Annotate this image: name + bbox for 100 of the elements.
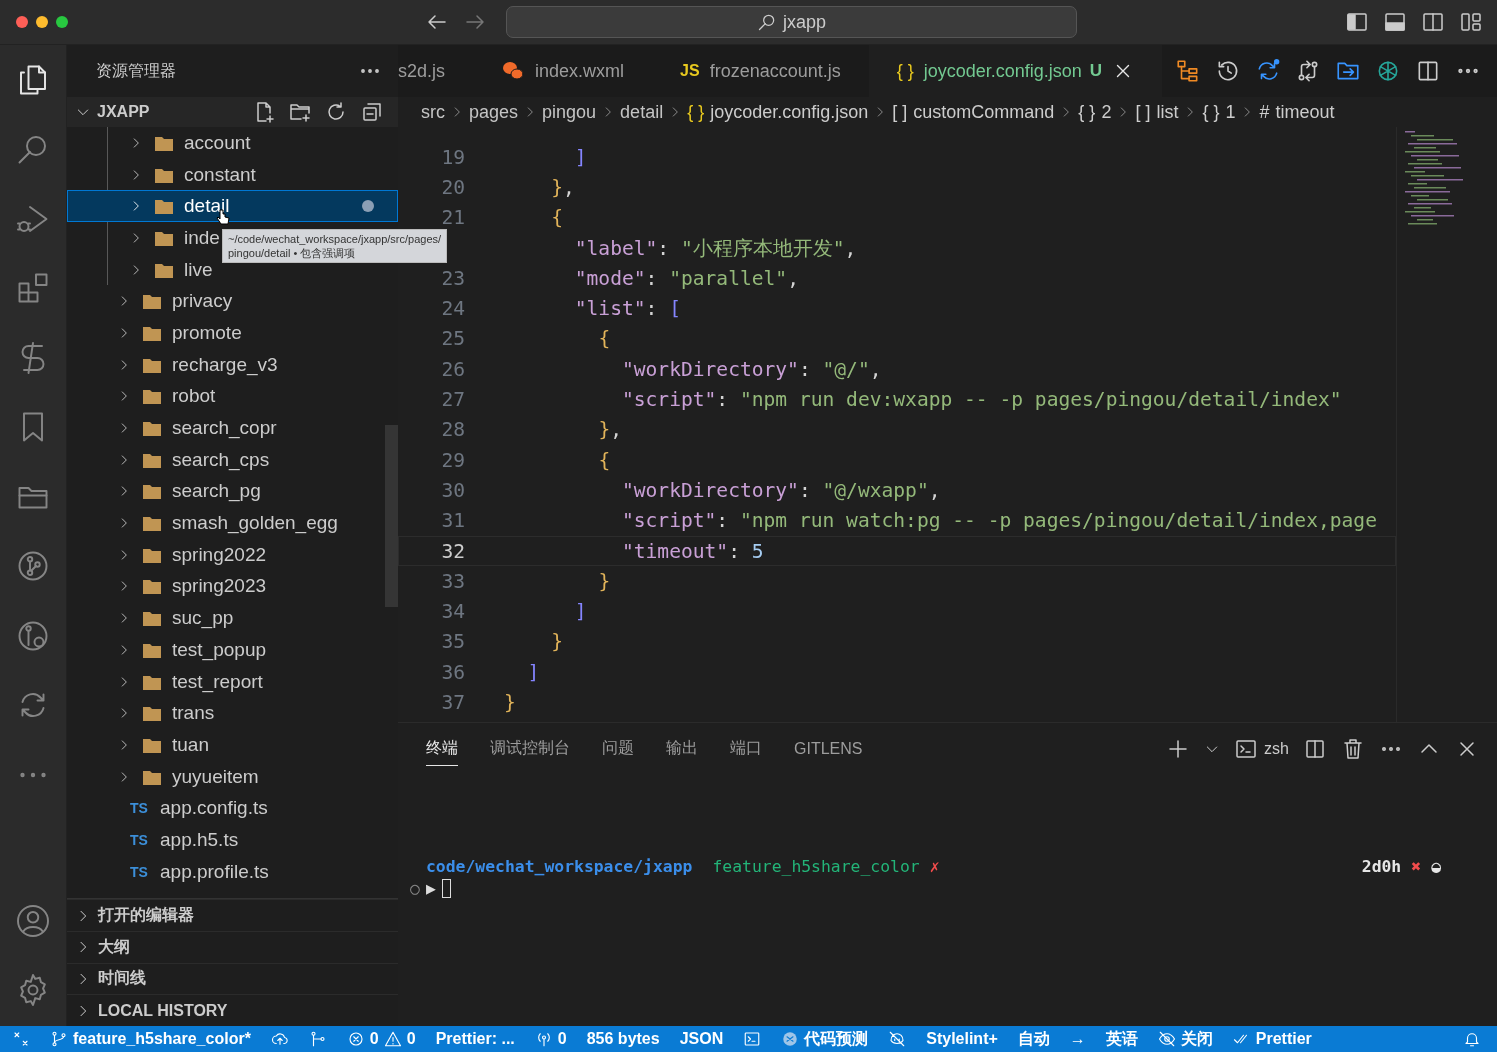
status-item[interactable]: 856 bytes — [586, 1030, 660, 1048]
explorer-title: 资源管理器 — [96, 60, 177, 81]
sidebar-layout-icon[interactable] — [1345, 10, 1369, 34]
folder-item[interactable]: constant — [67, 158, 398, 191]
prettier-button[interactable]: Prettier — [1232, 1030, 1312, 1048]
file-type-icon: TS — [130, 863, 150, 880]
breadcrumb[interactable]: [ ] list — [1135, 101, 1179, 123]
folder-item[interactable]: yuyueitem — [67, 760, 398, 793]
close-window-button[interactable] — [16, 16, 28, 28]
folder-item[interactable]: robot — [67, 380, 398, 413]
toggle-button[interactable]: 关闭 — [1157, 1028, 1213, 1050]
trash-icon[interactable] — [1341, 737, 1365, 761]
status-item[interactable]: 自动 — [1017, 1028, 1050, 1050]
code-line: ] — [527, 660, 540, 684]
folder-item[interactable]: suc_pp — [67, 602, 398, 634]
folder-item[interactable]: spring2022 — [67, 538, 398, 571]
editor-tab[interactable]: s2d.js — [398, 45, 474, 97]
item-label: recharge_v3 — [172, 353, 278, 376]
panel-tab[interactable]: 输出 — [666, 732, 698, 766]
panel-tab[interactable]: GITLENS — [794, 733, 863, 765]
item-label: trans — [172, 702, 215, 725]
problems-button[interactable]: 0 0 — [346, 1030, 416, 1048]
minimize-window-button[interactable] — [36, 16, 48, 28]
folder-item[interactable]: trans — [67, 697, 398, 730]
panel-tab[interactable]: 调试控制台 — [490, 732, 570, 766]
editor-tab[interactable]: { } joycoder.config.json U — [868, 45, 1163, 97]
split-layout-icon[interactable] — [1421, 10, 1445, 34]
breadcrumb[interactable]: { } joycoder.config.json — [687, 101, 869, 123]
command-center-search[interactable]: jxapp — [506, 6, 1077, 38]
file-item[interactable]: TS app.config.ts — [67, 792, 398, 825]
folder-item[interactable]: promote — [67, 317, 398, 349]
folder-item[interactable]: recharge_v3 — [67, 348, 398, 381]
item-label: suc_pp — [172, 607, 234, 630]
panel-tab[interactable]: 端口 — [730, 732, 762, 766]
terminal-button[interactable] — [743, 1030, 762, 1048]
code-line: } — [598, 569, 611, 593]
line-number: 32 — [440, 539, 465, 563]
file-item[interactable]: TS app.profile.ts — [67, 855, 398, 888]
item-label: spring2023 — [172, 575, 267, 598]
error-icon — [346, 1030, 365, 1048]
spinner: ◒ — [1431, 856, 1441, 876]
collapse-all-icon[interactable] — [360, 100, 384, 124]
panel-tab[interactable]: 终端 — [426, 732, 458, 766]
breadcrumb[interactable]: detail — [620, 101, 664, 123]
breadcrumb[interactable]: { } 1 — [1202, 101, 1236, 123]
code-line: "mode": "parallel", — [574, 266, 799, 290]
workspace-header[interactable]: JXAPP — [67, 97, 398, 127]
assistant-button[interactable] — [888, 1030, 907, 1048]
folder-item[interactable]: spring2023 — [67, 570, 398, 603]
folder-icon — [142, 419, 162, 438]
folder-item[interactable]: tuan — [67, 729, 398, 761]
folder-item[interactable]: search_cps — [67, 443, 398, 476]
code-line: "script": "npm run dev:wxapp -- -p pages/pingou/detail/index" — [621, 388, 1342, 411]
line-number: 28 — [440, 418, 465, 442]
breadcrumb[interactable]: pages — [469, 101, 519, 123]
breadcrumb[interactable]: # timeout — [1259, 101, 1335, 123]
breadcrumb[interactable]: pingou — [542, 101, 597, 123]
elapsed-time: 2d0h — [1361, 856, 1402, 876]
panel-tab[interactable]: 问题 — [602, 732, 634, 766]
status-item[interactable]: Prettier: ... — [435, 1030, 515, 1048]
item-label: promote — [172, 321, 242, 344]
file-item[interactable]: TS app.h5.ts — [67, 824, 398, 856]
folder-item[interactable]: detail — [67, 190, 398, 223]
remote-button[interactable] — [12, 1030, 30, 1048]
breadcrumb[interactable]: src — [421, 101, 445, 123]
command-marker: ○ — [410, 878, 420, 898]
folder-item[interactable]: search_pg — [67, 475, 398, 508]
terminal-selector[interactable]: zsh — [1234, 737, 1289, 761]
branch-button[interactable]: feature_h5share_color* — [50, 1030, 251, 1048]
code-line: { — [551, 206, 563, 230]
folder-item[interactable]: search_copr — [67, 412, 398, 444]
item-label: test_report — [172, 670, 263, 693]
split-icon[interactable] — [1303, 737, 1327, 761]
folder-item[interactable]: privacy — [67, 285, 398, 318]
editor-tab[interactable]: JS frozenaccount.js — [652, 45, 869, 97]
account-icon[interactable] — [15, 902, 51, 939]
grid-layout-icon[interactable] — [1459, 10, 1483, 34]
code-line: ] — [574, 145, 587, 169]
status-item[interactable]: JSON — [679, 1030, 724, 1048]
folder-item[interactable]: test_popup — [67, 634, 398, 666]
folder-icon — [142, 292, 162, 311]
folder-item[interactable]: smash_golden_egg — [67, 507, 398, 539]
breadcrumb[interactable]: { } 2 — [1078, 101, 1112, 123]
code-prediction-button[interactable]: 代码预测 — [781, 1028, 869, 1050]
item-label: app.h5.ts — [160, 828, 239, 851]
status-item[interactable]: → — [1069, 1030, 1086, 1048]
status-item[interactable]: Stylelint+ — [926, 1030, 998, 1048]
item-label: tuan — [172, 733, 209, 756]
ports-button[interactable]: 0 — [534, 1030, 567, 1048]
status-item[interactable]: 英语 — [1105, 1028, 1138, 1050]
sync-button[interactable] — [270, 1030, 289, 1048]
panel-layout-icon[interactable] — [1383, 10, 1407, 34]
breadcrumb[interactable]: [ ] customCommand — [892, 101, 1055, 123]
folder-item[interactable]: account — [67, 127, 398, 159]
folder-icon — [142, 609, 162, 628]
git-graph-button[interactable] — [308, 1030, 327, 1048]
line-number: 35 — [440, 630, 465, 654]
zoom-window-button[interactable] — [56, 16, 68, 28]
editor-tab[interactable]: index.wxml — [473, 45, 653, 97]
folder-item[interactable]: test_report — [67, 665, 398, 698]
